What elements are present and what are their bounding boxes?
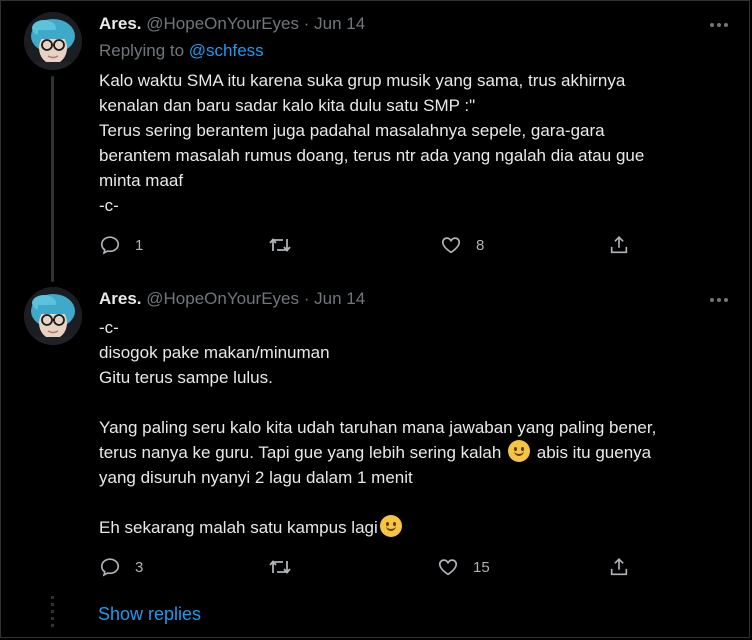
text-line: Gitu terus sampe lulus.: [99, 368, 273, 387]
heart-icon: [441, 237, 461, 254]
text-line: Eh sekarang malah satu kampus lagi: [99, 515, 734, 540]
tweet-text: -c- disogok pake makan/minuman Gitu teru…: [99, 315, 734, 540]
text-line: -c-: [99, 196, 119, 215]
text-line: yang disuruh nyanyi 2 lagu dalam 1 menit: [99, 468, 413, 487]
retweet-icon: [269, 238, 291, 252]
reply-icon: [100, 558, 120, 577]
tweet-actions: 3 15: [99, 555, 639, 579]
replying-to: Replying to @schfess: [99, 40, 264, 62]
retweet-button[interactable]: [268, 233, 306, 257]
retweet-icon: [269, 560, 291, 574]
text-line: minta maaf: [99, 171, 184, 190]
tweet-text: Kalo waktu SMA itu karena suka grup musi…: [99, 68, 734, 218]
separator: ·: [303, 14, 310, 33]
text-segment: Eh sekarang malah satu kampus lagi: [99, 518, 378, 537]
reply-button[interactable]: 3: [99, 555, 143, 579]
text-line: Kalo waktu SMA itu karena suka grup musi…: [99, 71, 626, 90]
replying-prefix: Replying to: [99, 41, 189, 60]
thread-line: [51, 76, 54, 282]
display-name[interactable]: Ares.: [99, 14, 142, 33]
share-button[interactable]: [608, 555, 630, 579]
text-segment: terus nanya ke guru. Tapi gue yang lebih…: [99, 443, 502, 462]
tweet-date[interactable]: Jun 14: [314, 289, 365, 308]
tweet-date[interactable]: Jun 14: [314, 14, 365, 33]
tweet-header: Ares. @HopeOnYourEyes · Jun 14: [99, 288, 365, 310]
like-count: 8: [476, 236, 485, 254]
like-button[interactable]: 15: [437, 555, 490, 579]
retweet-button[interactable]: [268, 555, 306, 579]
more-icon: [710, 23, 728, 27]
share-icon: [610, 236, 628, 254]
smiling-face-emoji: [508, 440, 531, 462]
user-handle[interactable]: @HopeOnYourEyes: [146, 14, 299, 33]
more-icon: [710, 298, 728, 302]
text-line: Yang paling seru kalo kita udah taruhan …: [99, 418, 657, 437]
text-line: terus nanya ke guru. Tapi gue yang lebih…: [99, 440, 734, 465]
share-icon: [610, 558, 628, 576]
text-line: kenalan dan baru sadar kalo kita dulu sa…: [99, 96, 476, 115]
like-count: 15: [473, 558, 490, 576]
avatar[interactable]: [24, 287, 82, 345]
more-options-button[interactable]: [706, 290, 732, 310]
display-name[interactable]: Ares.: [99, 289, 142, 308]
text-segment: abis itu guenya: [536, 443, 652, 462]
text-line: -c-: [99, 318, 119, 337]
reply-button[interactable]: 1: [99, 233, 143, 257]
show-replies-link[interactable]: Show replies: [98, 604, 201, 625]
separator: ·: [303, 289, 310, 308]
share-button[interactable]: [608, 233, 630, 257]
more-options-button[interactable]: [706, 15, 732, 35]
tweet-actions: 1 8: [99, 233, 639, 257]
text-line: berantem masalah rumus doang, terus ntr …: [99, 146, 645, 165]
user-handle[interactable]: @HopeOnYourEyes: [146, 289, 299, 308]
heart-icon: [438, 559, 458, 576]
text-line: disogok pake makan/minuman: [99, 343, 330, 362]
smiling-face-emoji: [379, 515, 402, 537]
tweet-header: Ares. @HopeOnYourEyes · Jun 14: [99, 13, 365, 35]
reply-count: 3: [135, 558, 144, 576]
reply-count: 1: [135, 236, 144, 254]
text-line: Terus sering berantem juga padahal masal…: [99, 121, 605, 140]
mention-link[interactable]: @schfess: [189, 41, 264, 60]
like-button[interactable]: 8: [440, 233, 484, 257]
reply-icon: [100, 236, 120, 255]
avatar[interactable]: [24, 12, 82, 70]
thread-dots: [51, 596, 54, 630]
